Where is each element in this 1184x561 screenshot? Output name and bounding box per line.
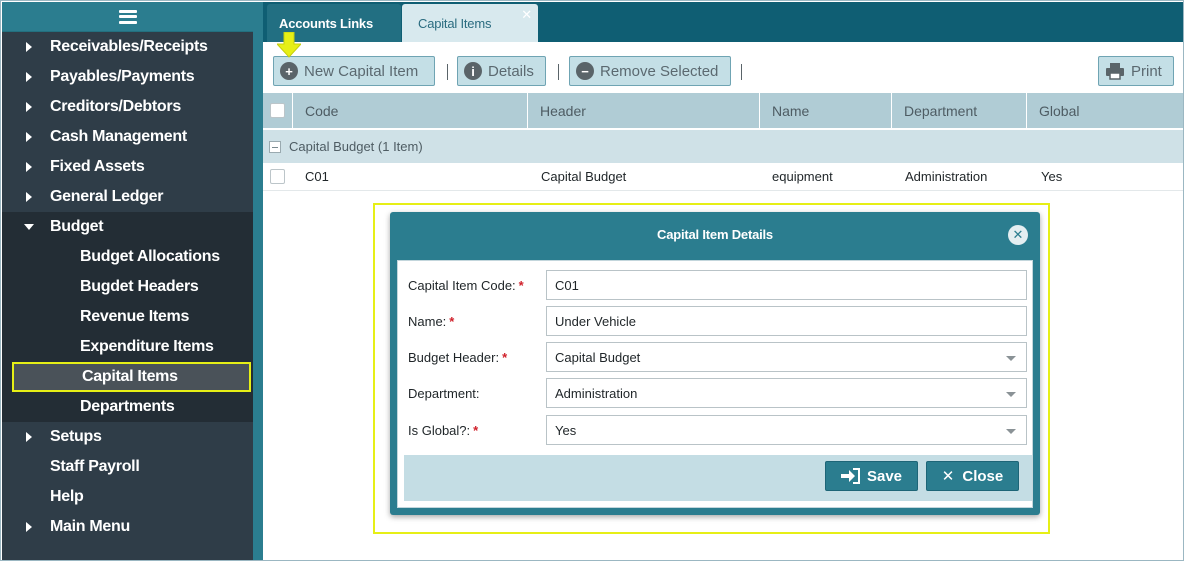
tab-bar: Accounts Links Capital Items ✕ [263, 2, 1183, 42]
sidebar-splitter[interactable] [253, 2, 263, 560]
sidebar-item-payables[interactable]: Payables/Payments [2, 62, 253, 92]
column-header-header[interactable]: Header [528, 93, 760, 128]
department-select[interactable]: Administration [546, 378, 1027, 408]
form-row-is-global: Is Global?: * Yes [408, 415, 1028, 445]
capital-item-code-input[interactable]: C01 [546, 270, 1027, 300]
sidebar-item-revenue-items[interactable]: Revenue Items [2, 302, 253, 332]
checkbox-icon [270, 103, 285, 118]
hamburger-icon [118, 9, 137, 24]
sidebar-item-main-menu[interactable]: Main Menu [2, 512, 253, 542]
name-input[interactable]: Under Vehicle [546, 306, 1027, 336]
sidebar-item-general-ledger[interactable]: General Ledger [2, 182, 253, 212]
hamburger-menu-button[interactable] [2, 2, 253, 32]
printer-icon [1106, 63, 1124, 80]
sidebar-item-receivables[interactable]: Receivables/Receipts [2, 32, 253, 62]
sidebar-item-setups[interactable]: Setups [2, 422, 253, 452]
sidebar-item-expenditure-items[interactable]: Expenditure Items [2, 332, 253, 362]
dialog-footer: Save ✕ Close [404, 455, 1032, 501]
info-circle-icon: i [464, 62, 482, 80]
remove-selected-button[interactable]: − Remove Selected [569, 56, 731, 86]
sidebar-item-budget-allocations[interactable]: Budget Allocations [2, 242, 253, 272]
select-all-checkbox[interactable] [263, 93, 293, 128]
save-button[interactable]: Save [825, 461, 918, 491]
capital-item-details-dialog: Capital Item Details ✕ Capital Item Code… [390, 212, 1040, 515]
caret-right-icon [26, 192, 32, 202]
toolbar-divider [447, 64, 448, 80]
form-row-budget-header: Budget Header: * Capital Budget [408, 342, 1028, 372]
caret-right-icon [26, 132, 32, 142]
print-button[interactable]: Print [1098, 56, 1174, 86]
caret-right-icon [26, 42, 32, 52]
sidebar-item-creditors[interactable]: Creditors/Debtors [2, 92, 253, 122]
sidebar-item-fixed-assets[interactable]: Fixed Assets [2, 152, 253, 182]
pointer-arrow-icon [277, 32, 301, 58]
collapse-group-icon[interactable] [269, 140, 281, 153]
sidebar-item-budget-headers[interactable]: Bugdet Headers [2, 272, 253, 302]
caret-right-icon [26, 72, 32, 82]
toolbar-divider [741, 64, 742, 80]
cell-global: Yes [1041, 169, 1063, 184]
tab-capital-items[interactable]: Capital Items ✕ [402, 4, 538, 42]
column-header-global[interactable]: Global [1027, 93, 1183, 128]
cell-department: Administration [905, 169, 988, 184]
toolbar-divider [558, 64, 559, 80]
form-row-department: Department: Administration [408, 378, 1028, 408]
grid-header: Code Header Name Department Global [263, 93, 1183, 128]
sidebar-item-staff-payroll[interactable]: Staff Payroll [2, 452, 253, 482]
sign-in-icon [840, 468, 860, 484]
budget-submenu: Budget Budget Allocations Bugdet Headers… [2, 212, 253, 422]
sidebar-item-help[interactable]: Help [2, 482, 253, 512]
new-capital-item-button[interactable]: + New Capital Item [273, 56, 435, 86]
is-global-select[interactable]: Yes [546, 415, 1027, 445]
minus-circle-icon: − [576, 62, 594, 80]
table-row[interactable]: C01 Capital Budget equipment Administrat… [263, 163, 1183, 191]
column-header-department[interactable]: Department [892, 93, 1027, 128]
form-row-code: Capital Item Code: * C01 [408, 270, 1028, 300]
main-content: Accounts Links Capital Items ✕ + New Capit… [263, 2, 1183, 560]
toolbar: + New Capital Item i Details − Remove Selec… [263, 54, 1183, 88]
caret-down-icon [24, 224, 34, 230]
app-window: Receivables/Receipts Payables/Payments C… [0, 0, 1184, 561]
caret-right-icon [26, 522, 32, 532]
tab-close-icon[interactable]: ✕ [521, 7, 532, 23]
sidebar-item-capital-items[interactable]: Capital Items [12, 362, 251, 392]
cell-code: C01 [305, 169, 329, 184]
close-x-icon: ✕ [941, 468, 955, 485]
sidebar-item-cash[interactable]: Cash Management [2, 122, 253, 152]
plus-circle-icon: + [280, 62, 298, 80]
cell-header: Capital Budget [541, 169, 627, 184]
details-button[interactable]: i Details [457, 56, 546, 86]
sidebar-item-budget[interactable]: Budget [2, 212, 253, 242]
row-checkbox[interactable] [270, 169, 285, 184]
cell-name: equipment [772, 169, 833, 184]
column-header-code[interactable]: Code [293, 93, 528, 128]
caret-right-icon [26, 432, 32, 442]
dialog-close-icon[interactable]: ✕ [1008, 225, 1028, 245]
sidebar: Receivables/Receipts Payables/Payments C… [2, 2, 253, 560]
caret-right-icon [26, 162, 32, 172]
dialog-title: Capital Item Details [657, 227, 773, 242]
caret-right-icon [26, 102, 32, 112]
group-row[interactable]: Capital Budget (1 Item) [263, 130, 1183, 163]
close-button[interactable]: ✕ Close [926, 461, 1019, 491]
column-header-name[interactable]: Name [760, 93, 892, 128]
sidebar-item-departments[interactable]: Departments [2, 392, 253, 422]
budget-header-select[interactable]: Capital Budget [546, 342, 1027, 372]
dialog-body: Capital Item Code: * C01 Name: * Under Veh… [397, 260, 1033, 508]
form-row-name: Name: * Under Vehicle [408, 306, 1028, 336]
